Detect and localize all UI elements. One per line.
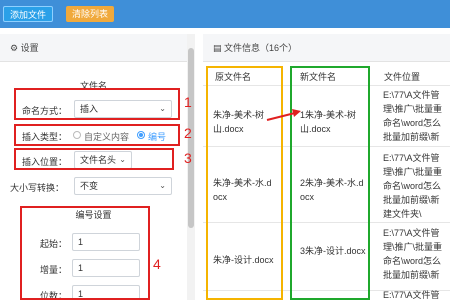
annotation-box-4 <box>20 206 150 300</box>
settings-header: ⚙ 设置 <box>0 34 195 62</box>
file-info-title: 文件信息（16个） <box>224 43 298 53</box>
settings-title: 设置 <box>20 43 39 53</box>
chevron-down-icon: ⌄ <box>159 181 166 190</box>
table-row-4-location: E:\77\A文件管 <box>383 290 440 300</box>
table-row-2-location: E:\77\A文件管 理\推广\批量重 命名\word怎么 批量加前缀\新 建文件夹\ <box>383 153 443 219</box>
annotation-number-2: 2 <box>184 125 192 141</box>
case-conversion-value: 不变 <box>80 181 99 191</box>
file-icon: ▤ <box>213 43 222 53</box>
new-name-highlight <box>290 66 370 300</box>
annotation-number-4: 4 <box>153 256 161 272</box>
annotation-box-1 <box>14 88 180 120</box>
settings-scrollbar[interactable] <box>187 34 195 300</box>
case-conversion-label: 大小写转换： <box>10 183 65 193</box>
annotation-number-1: 1 <box>184 94 192 110</box>
toolbar: 添加文件 清除列表 <box>0 0 450 28</box>
case-conversion-select[interactable]: 不变 ⌄ <box>74 177 172 195</box>
gear-icon: ⚙ <box>10 43 19 53</box>
original-name-highlight <box>206 66 283 300</box>
file-info-header: ▤ 文件信息（16个） <box>203 34 450 62</box>
annotation-box-2 <box>14 124 180 146</box>
add-file-button[interactable]: 添加文件 <box>3 6 54 22</box>
table-row-3-location: E:\77\A文件管 理\推广\批量重 命名\word怎么 批量加前缀\新 <box>383 228 443 280</box>
header-file-location: 文件位置 <box>384 72 421 82</box>
clear-list-button[interactable]: 清除列表 <box>66 6 115 22</box>
arrow-icon <box>266 109 301 121</box>
annotation-number-3: 3 <box>184 150 192 166</box>
table-row-1-location: E:\77\A文件管 理\推广\批量重 命名\word怎么 批量加前缀\新 <box>383 90 443 142</box>
annotation-box-3 <box>14 148 174 170</box>
